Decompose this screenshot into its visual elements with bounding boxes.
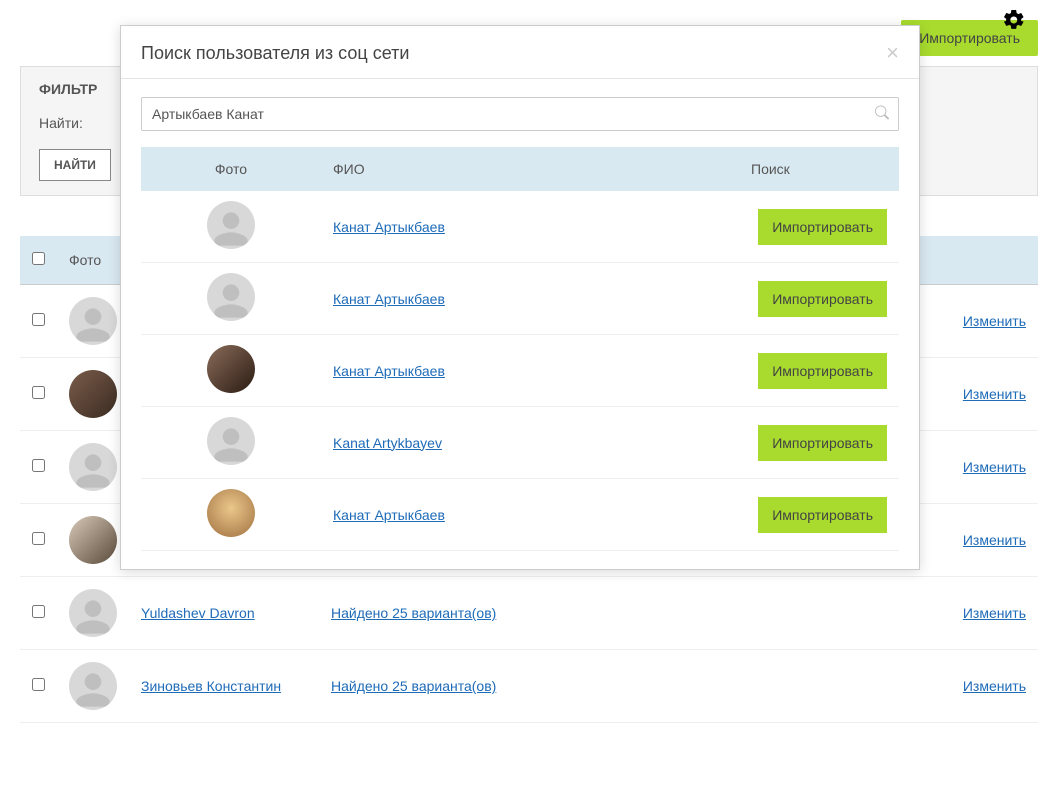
- user-name-link[interactable]: Зиновьев Константин: [141, 678, 281, 694]
- edit-link[interactable]: Изменить: [963, 678, 1026, 694]
- edit-link[interactable]: Изменить: [963, 532, 1026, 548]
- col-header-action: Поиск: [739, 147, 899, 191]
- search-modal: Поиск пользователя из соц сети × Фото ФИ…: [120, 25, 920, 570]
- result-name-link[interactable]: Канат Артыкбаев: [333, 363, 445, 379]
- avatar: [69, 370, 117, 418]
- table-row: Канат Артыкбаев Импортировать: [141, 335, 899, 407]
- result-name-link[interactable]: Kanat Artykbayev: [333, 435, 442, 451]
- col-header-photo: Фото: [141, 147, 321, 191]
- row-checkbox[interactable]: [32, 532, 45, 545]
- table-row: Канат Артыкбаев Импортировать: [141, 263, 899, 335]
- row-checkbox[interactable]: [32, 459, 45, 472]
- edit-link[interactable]: Изменить: [963, 459, 1026, 475]
- avatar: [69, 516, 117, 564]
- avatar: [207, 345, 255, 393]
- avatar: [207, 201, 255, 249]
- import-result-button[interactable]: Импортировать: [758, 209, 887, 245]
- table-row: Yuldashev Davron Найдено 25 варианта(ов) И…: [20, 577, 1038, 650]
- result-name-link[interactable]: Канат Артыкбаев: [333, 219, 445, 235]
- row-checkbox[interactable]: [32, 678, 45, 691]
- import-result-button[interactable]: Импортировать: [758, 353, 887, 389]
- table-row: Kanat Artykbayev Импортировать: [141, 407, 899, 479]
- table-row: Канат Артыкбаев Импортировать: [141, 191, 899, 263]
- avatar: [69, 443, 117, 491]
- edit-link[interactable]: Изменить: [963, 313, 1026, 329]
- table-row: Канат Артыкбаев Импортировать: [141, 479, 899, 551]
- status-link[interactable]: Найдено 25 варианта(ов): [331, 678, 496, 694]
- col-header-photo: Фото: [57, 236, 129, 285]
- modal-title: Поиск пользователя из соц сети: [141, 43, 409, 64]
- avatar: [69, 662, 117, 710]
- avatar: [207, 273, 255, 321]
- user-name-link[interactable]: Yuldashev Davron: [141, 605, 255, 621]
- col-header-fio: ФИО: [321, 147, 739, 191]
- results-table: Фото ФИО Поиск Канат Артыкбаев Импортиров…: [141, 147, 899, 551]
- gear-icon[interactable]: [1002, 8, 1026, 35]
- row-checkbox[interactable]: [32, 386, 45, 399]
- row-checkbox[interactable]: [32, 605, 45, 618]
- avatar: [69, 297, 117, 345]
- result-name-link[interactable]: Канат Артыкбаев: [333, 507, 445, 523]
- avatar: [69, 589, 117, 637]
- select-all-checkbox[interactable]: [32, 252, 45, 265]
- find-button[interactable]: НАЙТИ: [39, 149, 111, 181]
- avatar: [207, 489, 255, 537]
- result-name-link[interactable]: Канат Артыкбаев: [333, 291, 445, 307]
- edit-link[interactable]: Изменить: [963, 386, 1026, 402]
- search-input[interactable]: [141, 97, 899, 131]
- status-link[interactable]: Найдено 25 варианта(ов): [331, 605, 496, 621]
- avatar: [207, 417, 255, 465]
- import-result-button[interactable]: Импортировать: [758, 425, 887, 461]
- row-checkbox[interactable]: [32, 313, 45, 326]
- table-row: Зиновьев Константин Найдено 25 варианта(о…: [20, 650, 1038, 723]
- import-result-button[interactable]: Импортировать: [758, 497, 887, 533]
- close-icon[interactable]: ×: [886, 42, 899, 64]
- edit-link[interactable]: Изменить: [963, 605, 1026, 621]
- import-result-button[interactable]: Импортировать: [758, 281, 887, 317]
